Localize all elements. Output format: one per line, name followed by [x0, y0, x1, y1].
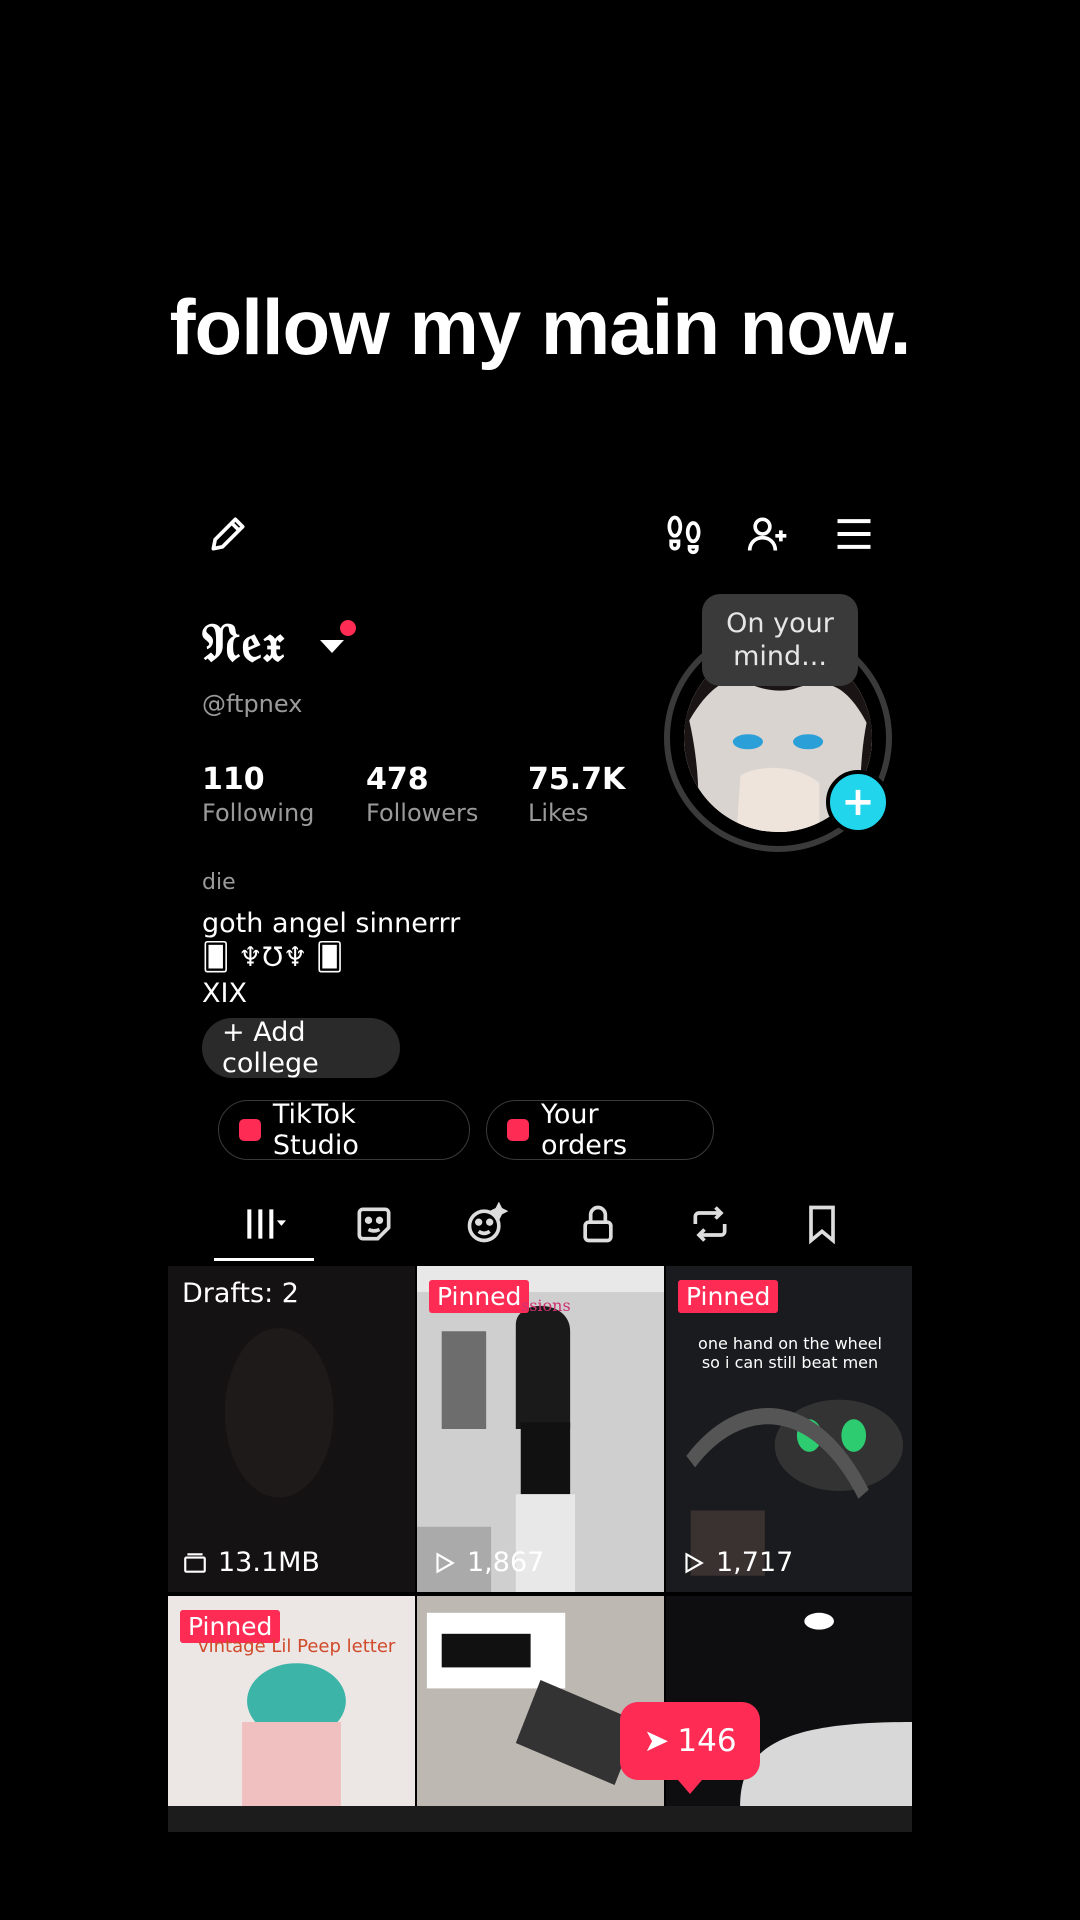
tab-ai-face-icon[interactable]: [436, 1184, 536, 1264]
on-your-mind-bubble[interactable]: On your mind...: [702, 594, 858, 686]
notification-dot: [340, 620, 356, 636]
send-icon: ➤: [643, 1723, 670, 1759]
overlay-caption: follow my main now.: [169, 283, 912, 371]
bio-line-2: 🂠 ♆Ʊ♆ 🂠: [202, 942, 344, 973]
inbox-notification-badge[interactable]: ➤ 146: [620, 1702, 760, 1794]
cell4-caption: vintage Lil Peep letter: [198, 1636, 396, 1657]
profile-handle: @ftpnex: [202, 690, 303, 718]
bottom-nav[interactable]: [168, 1806, 912, 1832]
stat-following[interactable]: 110 Following: [202, 762, 314, 827]
add-story-plus-icon[interactable]: +: [826, 770, 890, 834]
bio-line-3: XIX: [202, 978, 247, 1009]
view-count: 1,717: [680, 1547, 793, 1578]
add-friend-icon[interactable]: [738, 504, 798, 564]
stat-followers[interactable]: 478 Followers: [366, 762, 478, 827]
view-count: 1,867: [431, 1547, 544, 1578]
tab-stickers-icon[interactable]: [324, 1184, 424, 1264]
footprints-icon[interactable]: [654, 504, 714, 564]
tiktok-studio-button[interactable]: TikTok Studio: [218, 1099, 470, 1161]
stat-likes[interactable]: 75.7K Likes: [528, 762, 625, 827]
drafts-label: Drafts: 2: [182, 1278, 299, 1309]
cell3-caption: one hand on the wheel so i can still bea…: [698, 1334, 882, 1372]
profile-name[interactable]: 𝔑𝔢𝔵: [202, 610, 286, 675]
tab-private-lock-icon[interactable]: [548, 1184, 648, 1264]
menu-icon[interactable]: [824, 504, 884, 564]
tab-reposts-icon[interactable]: [660, 1184, 760, 1264]
video-cell[interactable]: Pinned vintage Lil Peep letter: [168, 1596, 415, 1806]
add-college-button[interactable]: + Add college: [202, 1017, 400, 1079]
pinned-badge: Pinned: [429, 1280, 530, 1313]
shopping-bag-icon: [507, 1119, 529, 1141]
cell2-caption: ssions: [521, 1296, 571, 1315]
profile-screen: 𝔑𝔢𝔵 @ftpnex 110 Following 478 Followers …: [168, 480, 912, 1832]
bio-line-1: goth angel sinnerrr: [202, 908, 461, 939]
account-switch-caret-icon[interactable]: [320, 640, 344, 653]
video-cell[interactable]: Pinned one hand on the wheel so i can st…: [666, 1266, 912, 1592]
active-tab-indicator: [214, 1258, 314, 1261]
edit-pencil-icon[interactable]: [198, 504, 258, 564]
drafts-size: 13.1MB: [182, 1547, 320, 1578]
your-orders-button[interactable]: Your orders: [486, 1099, 714, 1161]
video-cell[interactable]: Pinned ssions 1,867: [417, 1266, 664, 1592]
tab-saved-bookmark-icon[interactable]: [772, 1184, 872, 1264]
drafts-cell[interactable]: Drafts: 2 13.1MB: [168, 1266, 415, 1592]
pinned-badge: Pinned: [678, 1280, 779, 1313]
bio-pronoun: die: [202, 870, 236, 895]
tab-videos[interactable]: [214, 1184, 314, 1264]
studio-icon: [239, 1119, 261, 1141]
